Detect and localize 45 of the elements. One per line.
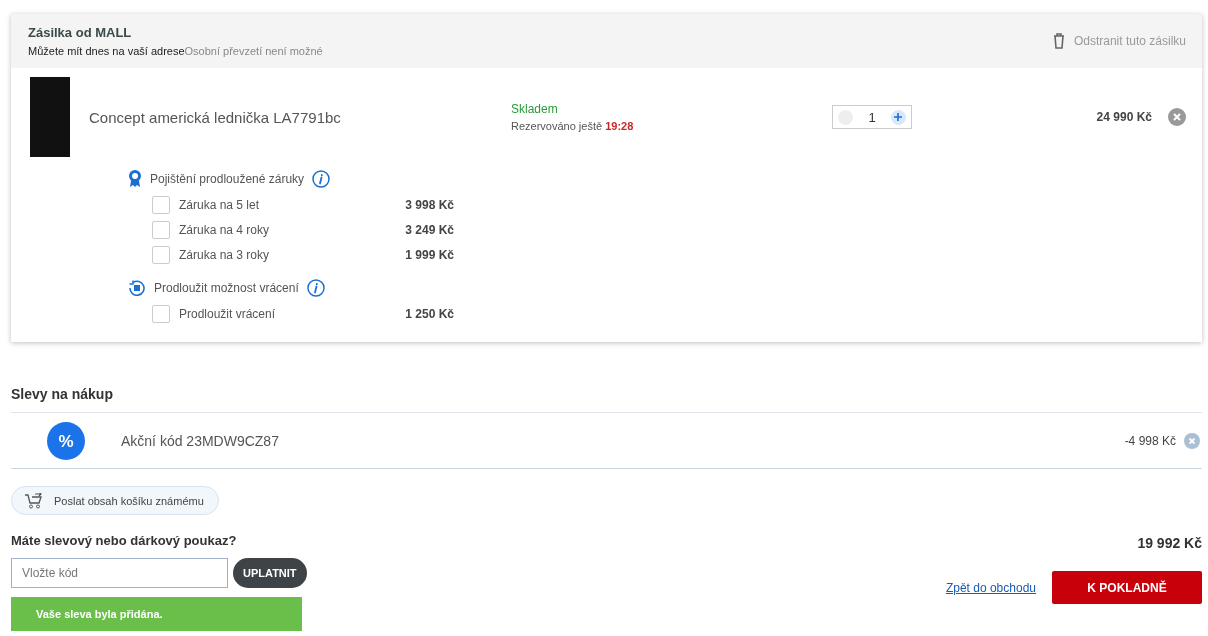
delivery-note: Můžete mít dnes na vaší adrese (28, 45, 185, 57)
info-icon[interactable] (306, 279, 325, 297)
option-label: Záruka na 4 roky (179, 222, 271, 237)
quantity-stepper[interactable]: 1 (832, 105, 912, 129)
option-group-title: Pojištění prodloužené záruky (150, 172, 305, 186)
reserved-time: 19:28 (605, 120, 634, 132)
total-price: 19 992 Kč (1137, 535, 1202, 551)
pickup-note: Osobní převzetí není možné (184, 45, 323, 57)
shipment-title: Zásilka od MALL (28, 25, 133, 40)
rosette-icon (128, 170, 142, 188)
checkout-button[interactable]: K POKLADNĚ (1052, 571, 1202, 604)
discount-code-label: Akční kód 23MDW9CZ87 (121, 432, 279, 449)
option-label: Prodloužit vrácení (179, 306, 277, 321)
percent-icon: % (47, 421, 85, 460)
return-box-icon (128, 280, 146, 296)
option-price: 3 998 Kč (404, 197, 454, 212)
remove-discount-icon[interactable] (1184, 432, 1200, 449)
apply-button[interactable]: UPLATNIT (233, 558, 307, 588)
voucher-code-field[interactable]: Vložte kód (11, 558, 228, 588)
info-icon[interactable] (312, 170, 331, 188)
option-checkbox[interactable] (152, 220, 170, 239)
plus-icon (894, 113, 903, 121)
reserved-label: Rezervováno ještě (511, 120, 603, 132)
share-cart-button[interactable]: Poslat obsah košíku známému (11, 486, 219, 515)
option-price: 1 999 Kč (404, 247, 454, 262)
trash-icon (1052, 33, 1065, 49)
cart-arrow-icon (24, 492, 44, 509)
option-group-title: Prodloužit možnost vrácení (154, 281, 299, 295)
option-label: Záruka na 3 roky (179, 247, 271, 262)
remove-item-icon[interactable] (1168, 108, 1186, 126)
product-price: 24 990 Kč (1096, 110, 1152, 124)
success-message: Vaše sleva byla přidána. (11, 597, 302, 631)
discounts-title: Slevy na nákup (11, 386, 1202, 413)
discount-amount: -4 998 Kč (1124, 433, 1176, 448)
voucher-question: Máte slevový nebo dárkový poukaz? (11, 533, 238, 548)
option-price: 1 250 Kč (404, 306, 454, 321)
option-checkbox[interactable] (152, 195, 170, 214)
back-to-shop-link[interactable]: Zpět do obchodu (945, 580, 1036, 595)
option-price: 3 249 Kč (404, 222, 454, 237)
option-label: Záruka na 5 let (179, 197, 261, 212)
option-checkbox[interactable] (152, 245, 170, 264)
stock-status: Skladem (511, 102, 559, 116)
option-checkbox[interactable] (152, 304, 170, 323)
increase-button[interactable] (891, 109, 906, 125)
product-name[interactable]: Concept americká lednička LA7791bc (89, 108, 511, 126)
